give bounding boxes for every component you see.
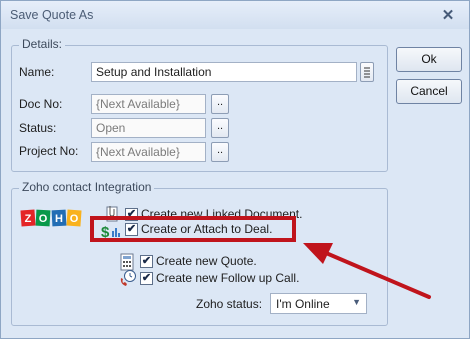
save-quote-dialog: Save Quote As ✕ Details: Name: Setup and… xyxy=(0,0,470,339)
annotation-arrow xyxy=(303,243,431,299)
